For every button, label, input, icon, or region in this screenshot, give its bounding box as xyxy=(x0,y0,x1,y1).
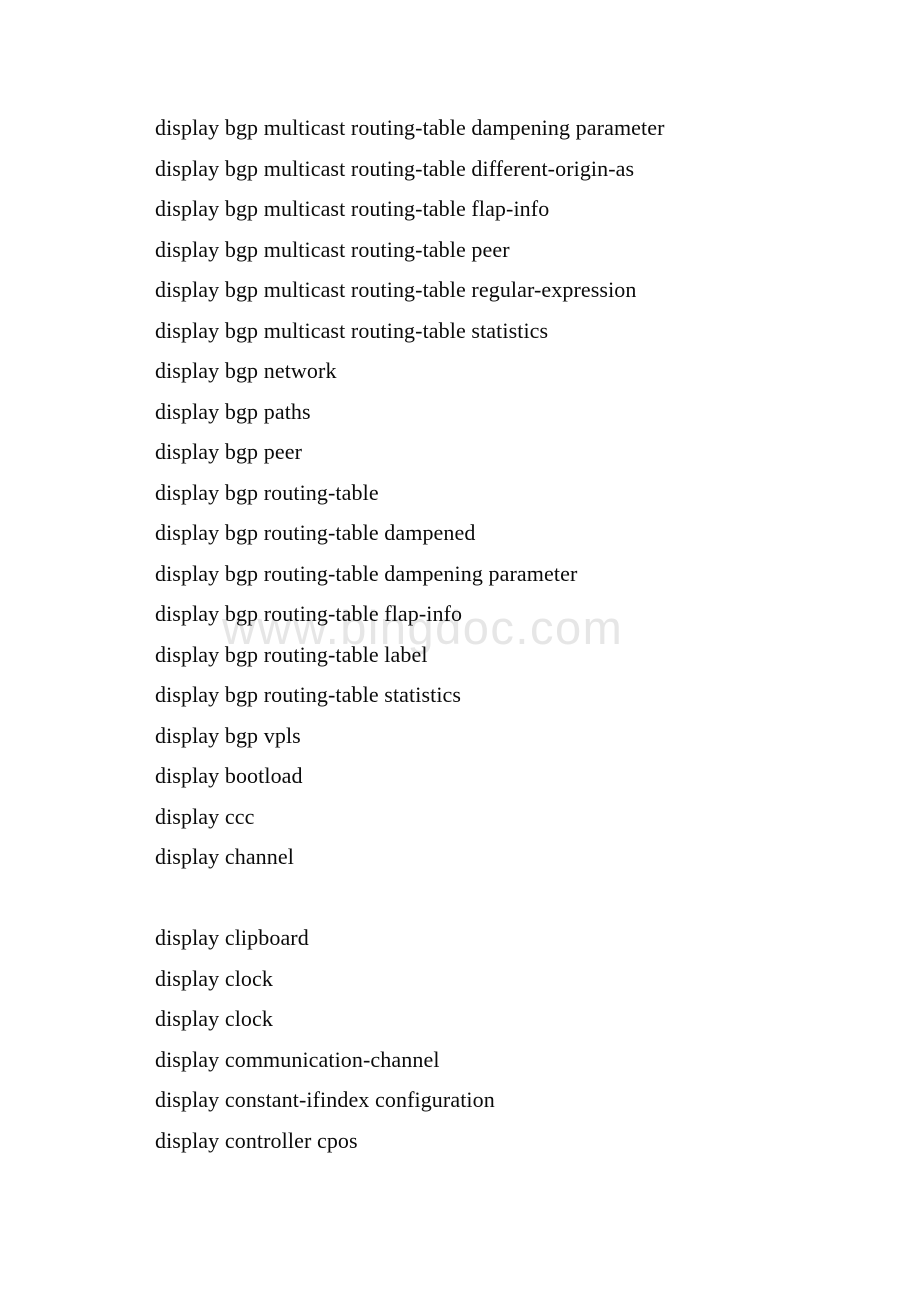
command-line: display bgp multicast routing-table damp… xyxy=(155,115,665,140)
command-line: display bgp paths xyxy=(155,398,311,424)
command-line: display bgp vpls xyxy=(155,722,301,748)
command-line: display bootload xyxy=(155,763,303,788)
command-line: display clock xyxy=(155,965,273,991)
command-line: display channel xyxy=(155,844,294,869)
command-line: display bgp multicast routing-table peer xyxy=(155,236,510,262)
command-line: display bgp routing-table dampening para… xyxy=(155,560,578,586)
command-line: display bgp multicast routing-table diff… xyxy=(155,155,635,181)
command-line: display bgp multicast routing-table stat… xyxy=(155,317,549,343)
command-line: display bgp multicast routing-table flap… xyxy=(155,196,550,221)
command-line: display bgp routing-table dampened xyxy=(155,520,476,545)
command-line: display bgp peer xyxy=(155,439,303,464)
command-line: display clipboard xyxy=(155,925,309,950)
command-line: display bgp network xyxy=(155,358,337,383)
command-line: display bgp multicast routing-table regu… xyxy=(155,277,637,302)
command-line: display bgp routing-table label xyxy=(155,641,428,667)
command-line: display controller cpos xyxy=(155,1127,358,1153)
command-line: display bgp routing-table statistics xyxy=(155,682,462,707)
command-line: display constant-ifindex configuration xyxy=(155,1087,495,1112)
command-line: display bgp routing-table flap-info xyxy=(155,601,463,626)
command-line: display ccc xyxy=(155,803,255,829)
command-line: display clock xyxy=(155,1006,273,1031)
command-reference-list: display bgp multicast routing-table damp… xyxy=(155,108,855,1161)
document-page: www.bingdoc.com display bgp multicast ro… xyxy=(0,0,920,1302)
command-line: display bgp routing-table xyxy=(155,479,379,505)
command-line: display communication-channel xyxy=(155,1046,440,1072)
